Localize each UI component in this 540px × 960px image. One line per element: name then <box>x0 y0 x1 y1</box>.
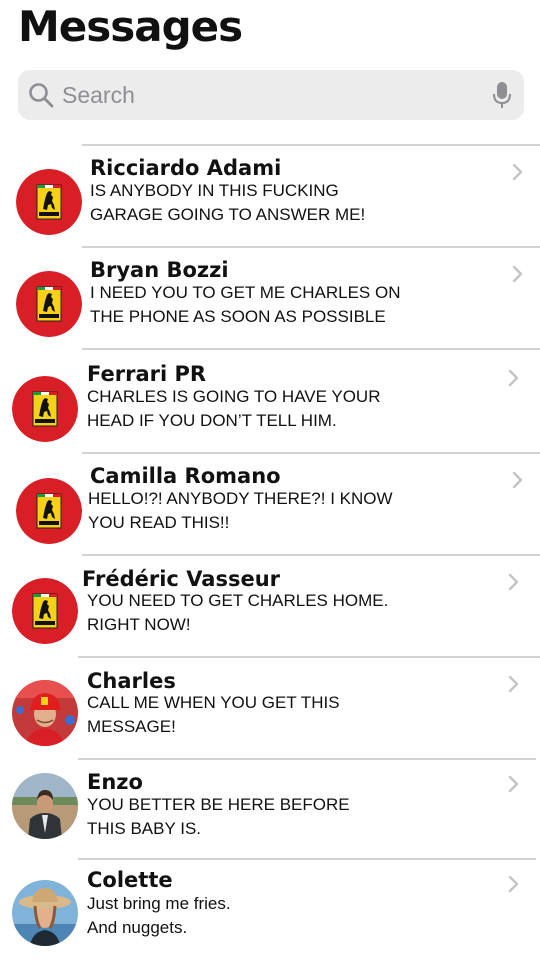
conversation-row[interactable]: Frédéric Vasseur YOU NEED TO GET CHARLES… <box>0 554 540 656</box>
search-placeholder[interactable]: Search <box>62 82 135 109</box>
chevron-right-icon <box>512 265 523 283</box>
conversation-row[interactable]: Charles CALL ME WHEN YOU GET THIS MESSAG… <box>0 656 540 758</box>
message-preview-line: YOU NEED TO GET CHARLES HOME. <box>87 591 389 610</box>
conversation-row[interactable]: Colette Just bring me fries. And nuggets… <box>0 858 540 960</box>
contact-name: Ricciardo Adami <box>90 156 282 180</box>
message-preview-line: MESSAGE! <box>87 717 176 736</box>
conversation-row[interactable]: Ricciardo Adami IS ANYBODY IN THIS FUCKI… <box>0 144 540 246</box>
contact-name: Charles <box>87 669 176 693</box>
person-suit-avatar <box>12 773 78 839</box>
message-preview-line: RIGHT NOW! <box>87 615 191 634</box>
message-preview: YOU BETTER BE HERE BEFORE THIS BABY IS. <box>87 793 417 841</box>
chevron-right-icon <box>508 875 519 893</box>
contact-name: Camilla Romano <box>90 464 281 488</box>
message-preview-line: HEAD IF YOU DON’T TELL HIM. <box>87 411 337 430</box>
page-title: Messages <box>18 2 243 51</box>
message-preview: CHARLES IS GOING TO HAVE YOUR HEAD IF YO… <box>87 385 417 433</box>
search-icon <box>29 83 54 108</box>
contact-name: Bryan Bozzi <box>90 258 229 282</box>
message-preview-line: Just bring me fries. <box>87 894 231 913</box>
contact-name: Ferrari PR <box>87 362 207 386</box>
row-separator <box>78 858 536 860</box>
row-separator <box>82 348 540 350</box>
message-preview: CALL ME WHEN YOU GET THIS MESSAGE! <box>87 691 417 739</box>
row-separator <box>82 246 540 248</box>
row-separator <box>78 656 540 658</box>
message-preview-line: And nuggets. <box>87 918 188 937</box>
conversation-row[interactable]: Bryan Bozzi I NEED YOU TO GET ME CHARLES… <box>0 246 540 348</box>
message-preview-line: CALL ME WHEN YOU GET THIS <box>87 693 340 712</box>
message-preview: YOU NEED TO GET CHARLES HOME. RIGHT NOW! <box>87 589 417 637</box>
message-preview: HELLO!?! ANYBODY THERE?! I KNOW YOU READ… <box>88 487 418 535</box>
contact-name: Frédéric Vasseur <box>82 567 281 591</box>
chevron-right-icon <box>508 675 519 693</box>
message-preview-line: YOU BETTER BE HERE BEFORE <box>87 795 350 814</box>
row-separator <box>82 452 540 454</box>
message-preview-line: CHARLES IS GOING TO HAVE YOUR <box>87 387 381 406</box>
message-preview-line: GARAGE GOING TO ANSWER ME! <box>90 205 366 224</box>
message-preview: I NEED YOU TO GET ME CHARLES ON THE PHON… <box>90 281 420 329</box>
message-preview-line: THE PHONE AS SOON AS POSSIBLE <box>90 307 386 326</box>
chevron-right-icon <box>512 471 523 489</box>
message-preview-line: I NEED YOU TO GET ME CHARLES ON <box>90 283 401 302</box>
message-preview-line: HELLO!?! ANYBODY THERE?! I KNOW <box>88 489 393 508</box>
message-preview: IS ANYBODY IN THIS FUCKING GARAGE GOING … <box>90 179 420 227</box>
chevron-right-icon <box>508 573 519 591</box>
conversation-row[interactable]: Enzo YOU BETTER BE HERE BEFORE THIS BABY… <box>0 758 540 860</box>
chevron-right-icon <box>508 369 519 387</box>
conversation-row[interactable]: Ferrari PR CHARLES IS GOING TO HAVE YOUR… <box>0 348 540 450</box>
message-preview: Just bring me fries. And nuggets. <box>87 892 417 940</box>
ferrari-logo-avatar <box>16 478 82 544</box>
message-preview-line: IS ANYBODY IN THIS FUCKING <box>90 181 339 200</box>
ferrari-logo-avatar <box>12 376 78 442</box>
search-bar[interactable]: Search <box>18 70 524 120</box>
ferrari-logo-avatar <box>16 169 82 235</box>
row-separator <box>82 144 540 146</box>
chevron-right-icon <box>508 775 519 793</box>
person-red-cap-avatar <box>12 680 78 746</box>
contact-name: Colette <box>87 868 173 892</box>
ferrari-logo-avatar <box>12 578 78 644</box>
row-separator <box>78 758 536 760</box>
row-separator <box>82 554 540 556</box>
message-preview-line: YOU READ THIS!! <box>88 513 230 532</box>
chevron-right-icon <box>512 163 523 181</box>
ferrari-logo-avatar <box>16 271 82 337</box>
contact-name: Enzo <box>87 770 143 794</box>
person-sunhat-avatar <box>12 880 78 946</box>
microphone-icon[interactable] <box>492 81 512 109</box>
message-preview-line: THIS BABY IS. <box>87 819 202 838</box>
conversation-row[interactable]: Camilla Romano HELLO!?! ANYBODY THERE?! … <box>0 452 540 554</box>
